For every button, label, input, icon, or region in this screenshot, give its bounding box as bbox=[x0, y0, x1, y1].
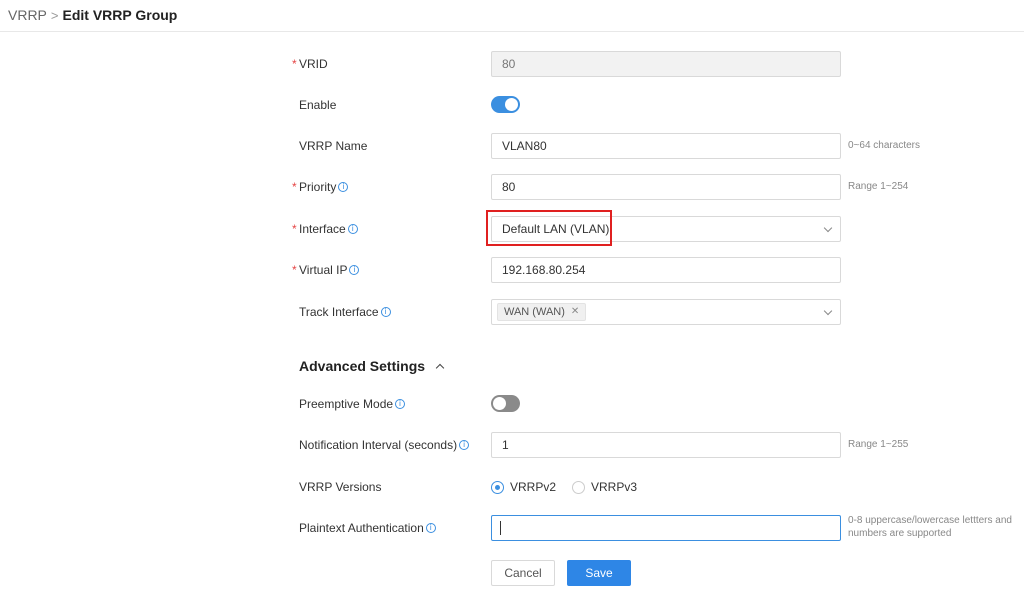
info-icon[interactable]: i bbox=[347, 224, 358, 234]
priority-row: * Priority i 80 Range 1~254 bbox=[0, 174, 1024, 200]
header-divider bbox=[0, 31, 1024, 32]
vrrp-versions-label: VRRP Versions bbox=[299, 480, 382, 494]
info-icon[interactable]: i bbox=[459, 440, 470, 450]
toggle-knob bbox=[493, 397, 506, 410]
info-icon[interactable]: i bbox=[380, 307, 391, 317]
enable-label: Enable bbox=[299, 98, 337, 112]
priority-input[interactable]: 80 bbox=[491, 174, 841, 200]
virtual-ip-label: * Virtual IP i bbox=[292, 257, 360, 283]
info-icon[interactable]: i bbox=[395, 399, 406, 409]
track-interface-tag: WAN (WAN) ✕ bbox=[497, 303, 587, 321]
vrrp-name-row: VRRP Name VLAN80 0~64 characters bbox=[0, 133, 1024, 159]
notification-interval-label: Notification Interval (seconds) i bbox=[299, 432, 470, 458]
text-cursor bbox=[500, 521, 501, 535]
enable-row: Enable bbox=[0, 92, 1024, 118]
interface-label: * Interface i bbox=[292, 216, 358, 242]
required-marker: * bbox=[292, 222, 297, 236]
vrrp-versions-radio-group: VRRPv2 VRRPv3 bbox=[491, 474, 653, 500]
vrrp-name-hint: 0~64 characters bbox=[848, 140, 920, 151]
vrrp-name-label: VRRP Name bbox=[299, 139, 368, 153]
vrid-row: * VRID 80 bbox=[0, 51, 1024, 77]
breadcrumb-parent-link[interactable]: VRRP bbox=[8, 7, 47, 23]
info-icon[interactable]: i bbox=[425, 523, 436, 533]
priority-hint: Range 1~254 bbox=[848, 181, 909, 192]
plaintext-auth-row: Plaintext Authentication i 0-8 uppercase… bbox=[0, 515, 1024, 541]
breadcrumb-separator-icon: > bbox=[50, 7, 59, 23]
breadcrumb: VRRP > Edit VRRP Group bbox=[8, 5, 177, 25]
radio-unchecked-icon bbox=[572, 480, 586, 494]
preemptive-mode-label: Preemptive Mode i bbox=[299, 391, 406, 417]
radio-vrrpv2[interactable]: VRRPv2 bbox=[491, 480, 556, 494]
preemptive-mode-toggle[interactable] bbox=[491, 395, 520, 412]
advanced-settings-toggle[interactable]: Advanced Settings bbox=[299, 356, 445, 376]
notification-interval-row: Notification Interval (seconds) i 1 Rang… bbox=[0, 432, 1024, 458]
required-marker: * bbox=[292, 263, 297, 277]
page-title: Edit VRRP Group bbox=[62, 7, 178, 23]
track-interface-select[interactable]: WAN (WAN) ✕ bbox=[491, 299, 841, 325]
preemptive-mode-row: Preemptive Mode i bbox=[0, 391, 1024, 417]
cancel-button[interactable]: Cancel bbox=[491, 560, 555, 586]
required-marker: * bbox=[292, 180, 297, 194]
save-button[interactable]: Save bbox=[567, 560, 631, 586]
highlight-annotation-box bbox=[486, 210, 612, 246]
plaintext-auth-input[interactable] bbox=[491, 515, 841, 541]
required-marker: * bbox=[292, 57, 297, 71]
close-icon[interactable]: ✕ bbox=[571, 303, 579, 321]
chevron-up-icon bbox=[435, 363, 445, 373]
radio-vrrpv3[interactable]: VRRPv3 bbox=[572, 480, 637, 494]
notification-interval-hint: Range 1~255 bbox=[848, 439, 909, 450]
radio-checked-icon bbox=[491, 480, 504, 494]
vrid-label: * VRID bbox=[292, 51, 328, 77]
virtual-ip-input[interactable]: 192.168.80.254 bbox=[491, 257, 841, 283]
vrrp-name-input[interactable]: VLAN80 bbox=[491, 133, 841, 159]
chevron-down-icon bbox=[823, 223, 833, 233]
info-icon[interactable]: i bbox=[338, 182, 349, 192]
virtual-ip-row: * Virtual IP i 192.168.80.254 bbox=[0, 257, 1024, 283]
vrrp-versions-row: VRRP Versions VRRPv2 VRRPv3 bbox=[0, 474, 1024, 500]
enable-toggle[interactable] bbox=[491, 96, 520, 113]
info-icon[interactable]: i bbox=[349, 265, 360, 275]
toggle-knob bbox=[505, 98, 518, 111]
advanced-settings-title: Advanced Settings bbox=[299, 358, 426, 374]
plaintext-auth-hint: 0-8 uppercase/lowercase lettters and num… bbox=[848, 515, 1012, 539]
plaintext-auth-label: Plaintext Authentication i bbox=[299, 515, 436, 541]
vrid-field: 80 bbox=[491, 51, 841, 77]
notification-interval-input[interactable]: 1 bbox=[491, 432, 841, 458]
track-interface-row: Track Interface i WAN (WAN) ✕ bbox=[0, 299, 1024, 325]
chevron-down-icon bbox=[823, 306, 833, 316]
priority-label: * Priority i bbox=[292, 174, 349, 200]
track-interface-label: Track Interface i bbox=[299, 299, 391, 325]
